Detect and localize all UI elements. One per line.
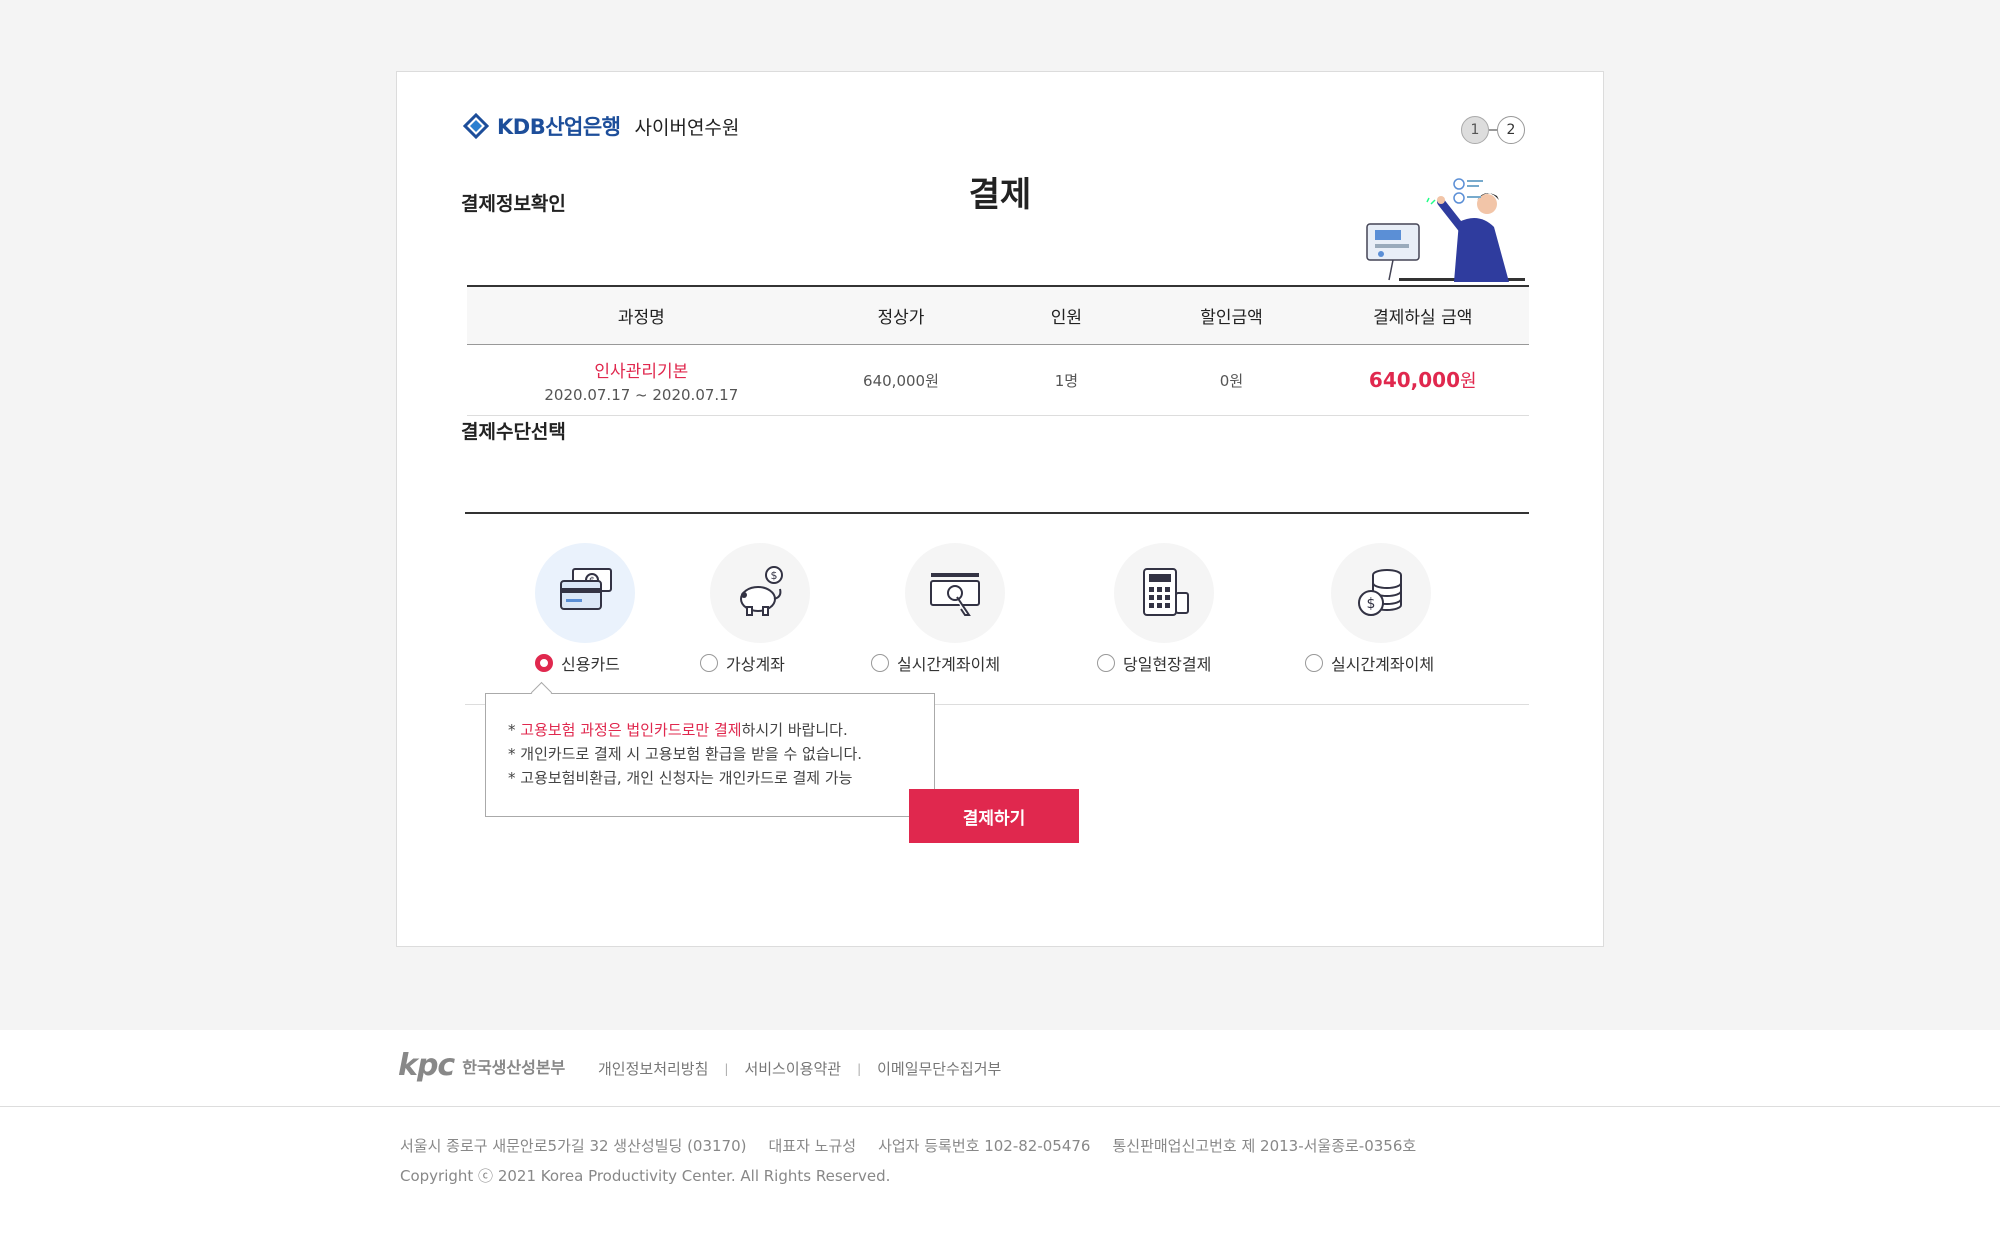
- radio-onsite-payment[interactable]: 당일현장결제: [1097, 651, 1211, 675]
- method-icon-wrap[interactable]: $: [1331, 543, 1431, 643]
- step-connector: [1489, 129, 1497, 131]
- course-cell: 인사관리기본 2020.07.17 ~ 2020.07.17: [467, 344, 816, 416]
- radio-credit-card[interactable]: 신용카드: [535, 651, 620, 675]
- total-cell: 640,000원: [1316, 344, 1529, 416]
- privacy-policy-link[interactable]: 개인정보처리방침: [598, 1058, 708, 1079]
- col-course-name: 과정명: [467, 285, 816, 345]
- link-separator: |: [857, 1061, 862, 1076]
- table-row: 인사관리기본 2020.07.17 ~ 2020.07.17 640,000원 …: [467, 344, 1529, 416]
- notice-bullet: *: [508, 721, 521, 739]
- svg-text:$: $: [771, 569, 778, 582]
- method-icon-wrap[interactable]: [1114, 543, 1214, 643]
- method-icon-wrap[interactable]: $: [535, 543, 635, 643]
- notice-line-3: * 고용보험비환급, 개인 신청자는 개인카드로 결제 가능: [508, 769, 853, 787]
- radio-button[interactable]: [535, 654, 553, 672]
- step-1: 1: [1461, 116, 1489, 144]
- radio-button[interactable]: [1305, 654, 1323, 672]
- method-label[interactable]: 실시간계좌이체: [1331, 651, 1434, 675]
- method-realtime-transfer-2[interactable]: $: [1331, 543, 1431, 643]
- calculator-icon: [1143, 568, 1189, 616]
- method-icon-wrap[interactable]: [905, 543, 1005, 643]
- ceo: 대표자 노규성: [768, 1137, 857, 1155]
- payment-method-title: 결제수단선택: [461, 421, 566, 443]
- radio-button[interactable]: [1097, 654, 1115, 672]
- radio-realtime-transfer-2[interactable]: 실시간계좌이체: [1305, 651, 1434, 675]
- piggy-bank-icon: $: [740, 566, 783, 616]
- email-refusal-link[interactable]: 이메일무단수집거부: [877, 1058, 1001, 1079]
- col-regular-price: 정상가: [815, 285, 987, 345]
- kpc-mark: kpc: [398, 1048, 455, 1083]
- total-amount: 640,000: [1368, 368, 1461, 392]
- cash-transfer-icon: [930, 573, 980, 616]
- service-name: 사이버연수원: [634, 116, 740, 139]
- radio-realtime-transfer[interactable]: 실시간계좌이체: [871, 651, 1000, 675]
- kdb-logo[interactable]: KDB산업은행 사이버연수원: [463, 111, 739, 141]
- terms-link[interactable]: 서비스이용약관: [744, 1058, 841, 1079]
- company-info: 서울시 종로구 새문안로5가길 32 생산성빌딩 (03170) 대표자 노규성…: [400, 1135, 1416, 1156]
- notice-line-2: * 개인카드로 결제 시 고용보험 환급을 받을 수 없습니다.: [508, 745, 863, 763]
- regular-price: 640,000원: [815, 344, 987, 416]
- card-notice-tooltip: * 고용보험 과정은 법인카드로만 결제하시기 바랍니다. * 개인카드로 결제…: [485, 693, 935, 817]
- course-name[interactable]: 인사관리기본: [468, 357, 815, 382]
- section-divider: [465, 512, 1529, 514]
- payment-info-table: 과정명 정상가 인원 할인금액 결제하실 금액 인사관리기본 2020.07.1…: [467, 285, 1529, 416]
- footer-links: 개인정보처리방침 | 서비스이용약관 | 이메일무단수집거부: [598, 1058, 1001, 1079]
- kpc-logo[interactable]: kpc 한국생산성본부: [398, 1048, 565, 1083]
- notice-line-1: * 고용보험 과정은 법인카드로만 결제하시기 바랍니다.: [508, 718, 912, 742]
- col-discount: 할인금액: [1146, 285, 1317, 345]
- footer-top: kpc 한국생산성본부 개인정보처리방침 | 서비스이용약관 | 이메일무단수집…: [0, 1030, 2000, 1107]
- brand-name: KDB산업은행: [497, 115, 621, 139]
- address: 서울시 종로구 새문안로5가길 32 생산성빌딩 (03170): [400, 1137, 747, 1155]
- payment-info-title: 결제정보확인: [461, 193, 566, 215]
- link-separator: |: [724, 1061, 729, 1076]
- pay-button[interactable]: 결제하기: [909, 789, 1079, 843]
- radio-button[interactable]: [871, 654, 889, 672]
- copyright: Copyright ⓒ 2021 Korea Productivity Cent…: [400, 1167, 891, 1185]
- method-onsite-payment[interactable]: [1114, 543, 1214, 643]
- radio-virtual-account[interactable]: 가상계좌: [700, 651, 785, 675]
- ecommerce-number: 통신판매업신고번호 제 2013-서울종로-0356호: [1112, 1137, 1417, 1155]
- course-period: 2020.07.17 ~ 2020.07.17: [544, 385, 739, 404]
- kdb-mark-icon: [463, 113, 489, 139]
- radio-button[interactable]: [700, 654, 718, 672]
- method-icon-wrap[interactable]: $: [710, 543, 810, 643]
- notice-highlight: 고용보험 과정은 법인카드로만 결제: [520, 721, 742, 739]
- method-credit-card[interactable]: $: [535, 543, 635, 643]
- method-label[interactable]: 당일현장결제: [1123, 651, 1211, 675]
- table-header-row: 과정명 정상가 인원 할인금액 결제하실 금액: [467, 285, 1529, 345]
- svg-text:$: $: [1367, 596, 1376, 612]
- notice-suffix: 하시기 바랍니다.: [741, 721, 848, 739]
- step-2: 2: [1497, 116, 1525, 144]
- credit-card-icon: $: [560, 568, 612, 610]
- method-realtime-transfer[interactable]: [905, 543, 1005, 643]
- method-label[interactable]: 실시간계좌이체: [897, 651, 1000, 675]
- payment-illustration: [1366, 178, 1525, 282]
- method-label[interactable]: 신용카드: [561, 651, 620, 675]
- step-indicator: 1 2: [1461, 116, 1525, 144]
- total-unit: 원: [1460, 371, 1477, 392]
- col-total: 결제하실 금액: [1316, 285, 1529, 345]
- discount-amount: 0원: [1146, 344, 1317, 416]
- business-number: 사업자 등록번호 102-82-05476: [878, 1137, 1091, 1155]
- people-count: 1명: [986, 344, 1147, 416]
- method-virtual-account[interactable]: $: [710, 543, 810, 643]
- col-people: 인원: [986, 285, 1147, 345]
- footer: kpc 한국생산성본부 개인정보처리방침 | 서비스이용약관 | 이메일무단수집…: [0, 1030, 2000, 1234]
- payment-card: KDB산업은행 사이버연수원 1 2 결제 결제정보확인 과정명 정상가 인원 …: [396, 71, 1604, 947]
- coins-icon: $: [1358, 569, 1402, 616]
- method-label[interactable]: 가상계좌: [726, 651, 785, 675]
- org-name: 한국생산성본부: [462, 1057, 566, 1077]
